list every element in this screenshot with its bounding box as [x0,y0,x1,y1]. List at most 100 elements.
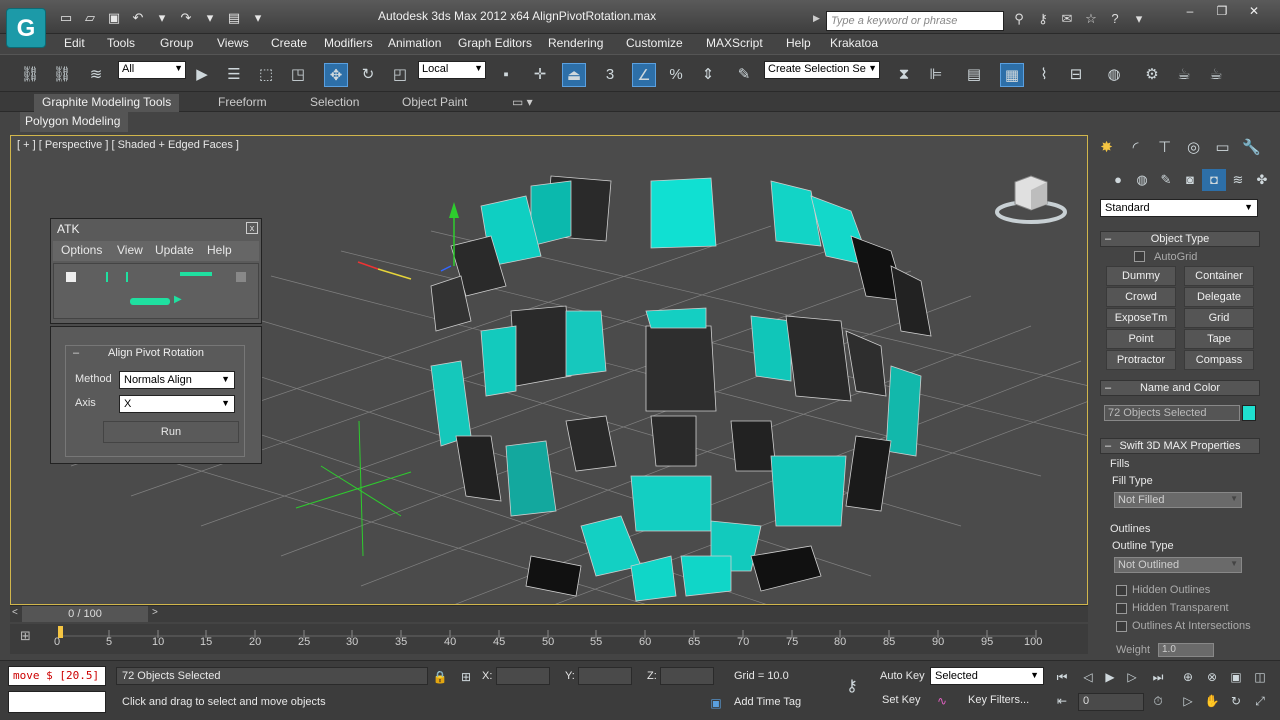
tab-graphite-modeling-tools[interactable]: Graphite Modeling Tools [34,94,180,112]
open-file-icon[interactable]: ▱ [80,9,100,27]
select-and-link-icon[interactable]: ⛓ [18,63,42,87]
menu-modifiers[interactable]: Modifiers [324,36,373,50]
search-input[interactable]: Type a keyword or phrase [826,11,1004,31]
render-production-icon[interactable]: ☕ [1204,63,1228,87]
key-mode-toggle-icon[interactable]: ⇤ [1052,691,1072,711]
pan-icon[interactable]: ✋ [1202,691,1222,711]
hierarchy-tab-icon[interactable]: ⊤ [1150,135,1179,161]
absolute-mode-icon[interactable]: ⊞ [456,667,476,687]
keyboard-shortcut-override-icon[interactable]: ⏏ [562,63,586,87]
project-dropdown-icon[interactable]: ▾ [248,9,268,27]
render-setup-icon[interactable]: ⚙ [1140,63,1164,87]
rect-selection-icon[interactable]: ⬚ [254,63,278,87]
play-icon[interactable]: ▶ [174,294,182,305]
curve-editor-icon[interactable]: ⌇ [1032,63,1056,87]
menu-edit[interactable]: Edit [64,36,85,50]
space-warps-icon[interactable]: ≋ [1226,169,1250,191]
object-type-rollout[interactable]: – Object Type [1100,231,1260,247]
tape-button[interactable]: Tape [1184,329,1254,349]
object-color-swatch[interactable] [1242,405,1256,421]
compass-button[interactable]: Compass [1184,350,1254,370]
method-dropdown[interactable]: Normals Align ▼ [119,371,235,389]
align-icon[interactable]: ⊫ [924,63,948,87]
graphite-toggle-icon[interactable]: ▦ [1000,63,1024,87]
mirror-icon[interactable]: ⧗ [892,63,916,87]
app-logo-icon[interactable]: G [6,8,46,48]
exposetm-button[interactable]: ExposeTm [1106,308,1176,328]
systems-icon[interactable]: ✤ [1250,169,1274,191]
previous-frame-icon[interactable]: < [12,607,18,618]
key-set-dropdown[interactable]: Selected ▼ [930,667,1044,685]
help-icon[interactable]: ? [1106,11,1124,29]
subscription-key-icon[interactable]: ⚷ [1034,11,1052,29]
z-coordinate-field[interactable] [660,667,714,685]
menu-create[interactable]: Create [271,36,307,50]
viewcube-icon[interactable] [991,172,1071,228]
play-animation-icon[interactable]: ▶ [1100,667,1120,687]
binoculars-icon[interactable]: ⚲ [1010,11,1028,29]
menu-graph-editors[interactable]: Graph Editors [458,36,532,50]
previous-key-icon[interactable]: ◁ [1078,667,1098,687]
orbit-icon[interactable]: ↻ [1226,691,1246,711]
zoom-all-icon[interactable]: ⊗ [1202,667,1222,687]
undo-icon[interactable]: ↶ [128,9,148,27]
timeline-ruler[interactable]: ⊞ 0 5 10 15 20 25 30 35 40 45 50 55 60 6… [10,624,1088,654]
select-by-name-icon[interactable]: ☰ [222,63,246,87]
close-window-icon[interactable]: ✕ [1240,4,1268,20]
menu-tools[interactable]: Tools [107,36,135,50]
zoom-extents-icon[interactable]: ▣ [1226,667,1246,687]
atk-title[interactable]: ATK [51,219,261,241]
redo-dropdown-icon[interactable]: ▾ [200,9,220,27]
helpers-icon[interactable]: ◘ [1202,169,1226,191]
grid-button[interactable]: Grid [1184,308,1254,328]
menu-customize[interactable]: Customize [626,36,683,50]
atk-menu-options[interactable]: Options [61,243,102,257]
atk-menu-update[interactable]: Update [155,243,194,257]
restore-icon[interactable]: ❐ [1208,4,1236,20]
time-tag-icon[interactable]: ▣ [706,693,726,713]
menu-help[interactable]: Help [786,36,811,50]
atk-bars-icon[interactable] [106,272,128,282]
name-and-color-rollout[interactable]: – Name and Color [1100,380,1260,396]
selection-filter-dropdown[interactable]: All ▼ [118,61,186,79]
undo-dropdown-icon[interactable]: ▾ [152,9,172,27]
unlink-icon[interactable]: ⛓ [50,63,74,87]
utilities-tab-icon[interactable]: 🔧 [1237,135,1266,161]
weight-spinner[interactable]: 1.0 [1158,643,1214,657]
hidden-outlines-checkbox[interactable] [1116,585,1127,596]
x-coordinate-field[interactable] [496,667,550,685]
geometry-icon[interactable]: ● [1106,169,1130,191]
autogrid-checkbox[interactable] [1134,251,1145,262]
select-and-rotate-icon[interactable]: ↻ [356,63,380,87]
key-icon[interactable]: ⚷ [842,677,862,697]
layer-manager-icon[interactable]: ▤ [962,63,986,87]
menu-krakatoa[interactable]: Krakatoa [830,36,878,50]
shapes-icon[interactable]: ◍ [1130,169,1154,191]
help-dropdown-icon[interactable]: ▾ [1130,11,1148,29]
atk-square-icon[interactable] [236,272,246,282]
key-mode-icon[interactable]: ∿ [932,691,952,711]
rollout-title[interactable]: Align Pivot Rotation [71,347,241,363]
go-to-end-icon[interactable]: ⏭ [1148,667,1168,687]
material-editor-icon[interactable]: ◍ [1102,63,1126,87]
minimize-icon[interactable]: – [1176,4,1204,20]
fill-type-dropdown[interactable]: Not Filled ▼ [1114,492,1242,508]
y-coordinate-field[interactable] [578,667,632,685]
lights-icon[interactable]: ✎ [1154,169,1178,191]
redo-icon[interactable]: ↷ [176,9,196,27]
atk-menu-help[interactable]: Help [207,243,232,257]
maxscript-listener-input[interactable] [8,691,106,713]
search-expand-icon[interactable]: ▶ [813,13,823,29]
tab-polygon-modeling[interactable]: Polygon Modeling [20,112,128,132]
named-selection-dropdown[interactable]: Create Selection Se ▼ [764,61,880,79]
current-frame-field[interactable]: 0 [1078,693,1144,711]
schematic-view-icon[interactable]: ⊟ [1064,63,1088,87]
close-icon[interactable]: x [246,222,258,234]
next-key-icon[interactable]: ▷ [1122,667,1142,687]
menu-group[interactable]: Group [160,36,193,50]
pivot-center-icon[interactable]: ▪ [494,63,518,87]
dummy-button[interactable]: Dummy [1106,266,1176,286]
spinner-snap-icon[interactable]: ⇕ [696,63,720,87]
key-filters-button[interactable]: Key Filters... [968,694,1029,706]
menu-rendering[interactable]: Rendering [548,36,603,50]
